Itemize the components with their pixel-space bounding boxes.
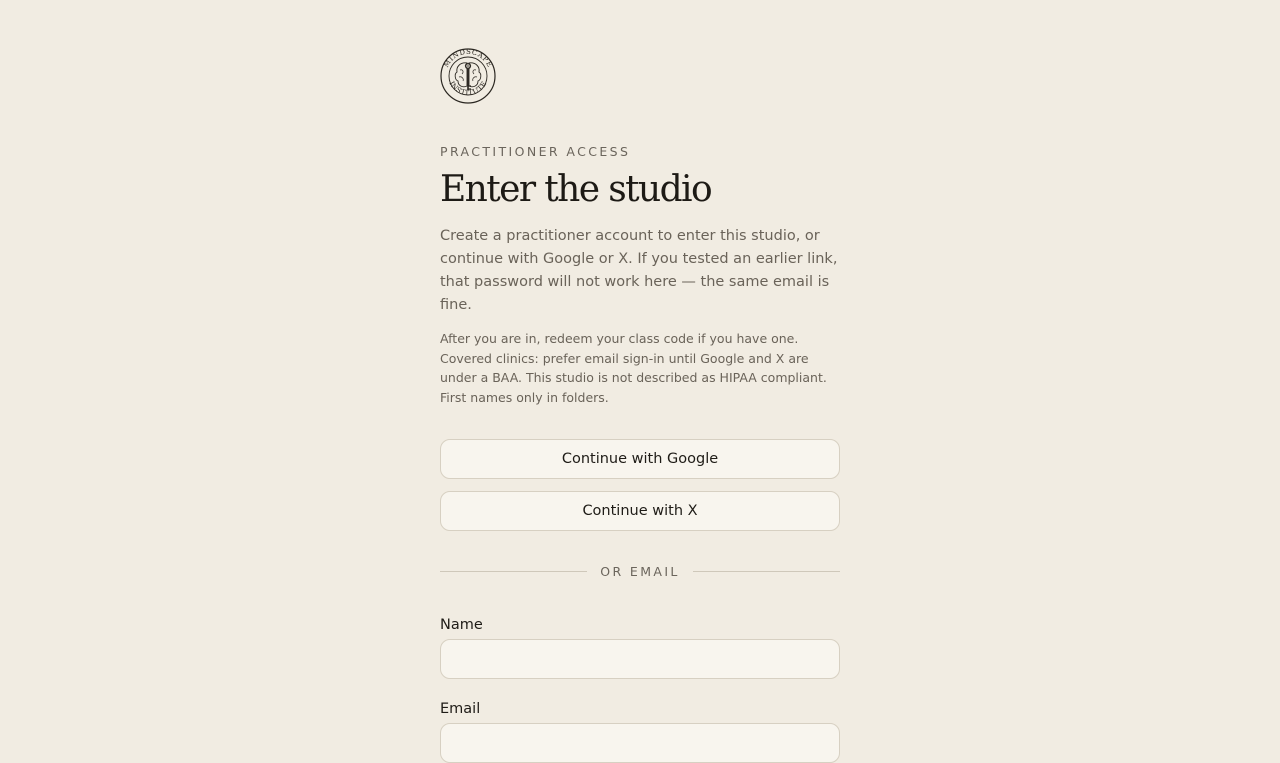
email-field[interactable] [440, 723, 840, 763]
or-email-divider: OR EMAIL [440, 563, 840, 579]
continue-with-google-button[interactable]: Continue with Google [440, 439, 840, 480]
institute-seal-logo: MINDSCAPE INSTITUTE [440, 48, 496, 104]
compliance-note: After you are in, redeem your class code… [440, 331, 827, 405]
name-field[interactable] [440, 639, 840, 680]
section-eyebrow: PRACTITIONER ACCESS [440, 144, 631, 159]
divider-label: OR EMAIL [600, 563, 680, 579]
page-title: Enter the studio [440, 169, 713, 210]
signin-panel: MINDSCAPE INSTITUTE PRACTITIONER ACCESS … [440, 48, 840, 763]
continue-with-x-button[interactable]: Continue with X [440, 491, 840, 532]
divider-line-right [692, 570, 840, 572]
divider-line-left [440, 570, 588, 572]
name-label: Name [440, 617, 483, 634]
intro-text: Create a practitioner account to enter t… [440, 228, 838, 313]
svg-text:MINDSCAPE: MINDSCAPE [442, 48, 494, 69]
email-label: Email [440, 701, 481, 718]
